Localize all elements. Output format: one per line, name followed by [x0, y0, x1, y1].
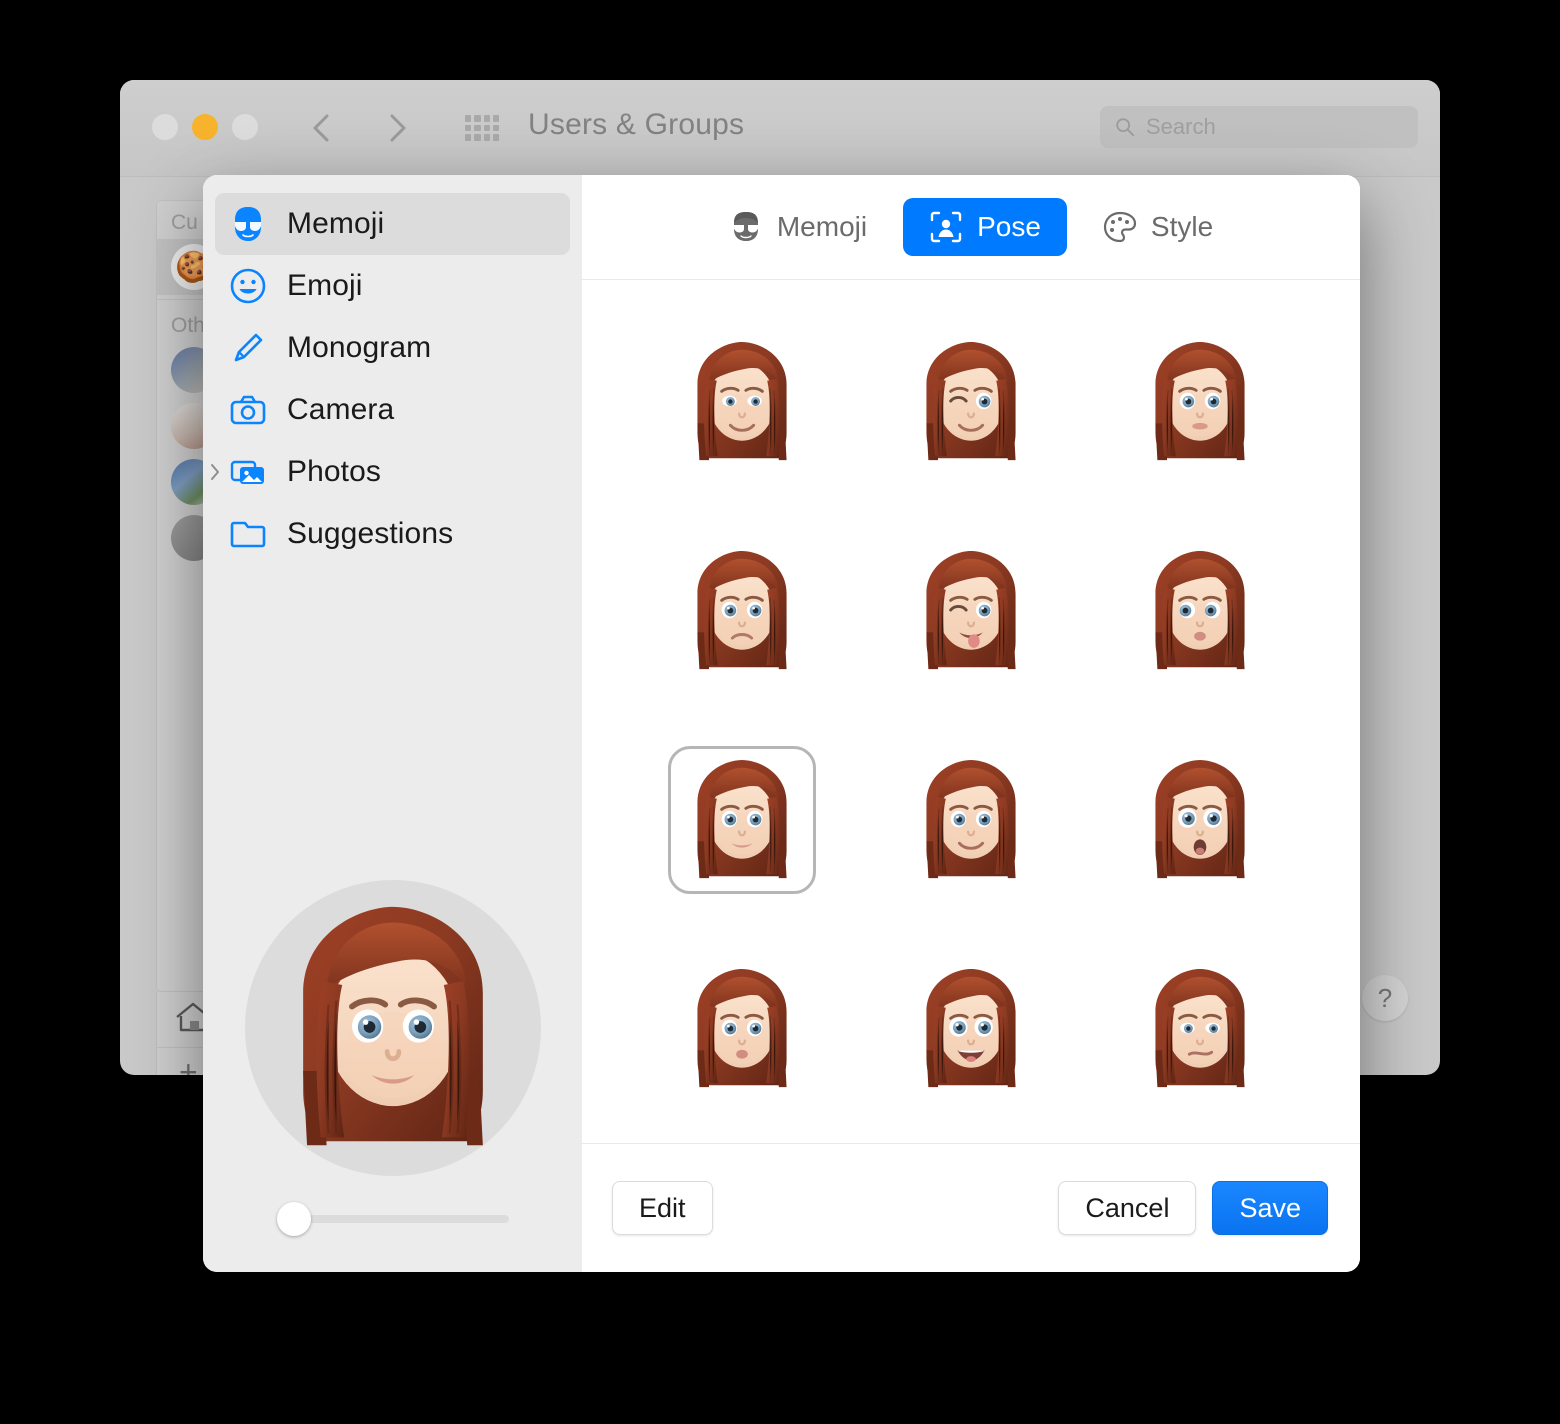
pose-cell-surprised[interactable] [1126, 746, 1274, 894]
search-icon [1114, 116, 1136, 138]
photos-icon [229, 453, 267, 491]
zoom-slider-row [203, 1202, 582, 1236]
search-placeholder: Search [1146, 114, 1216, 139]
tab-label: Memoji [776, 211, 868, 242]
sidebar-item-monogram[interactable]: Monogram [215, 317, 570, 379]
pose-cell-smiling[interactable] [668, 328, 816, 476]
pose-cell-wink-tongue-out[interactable] [897, 537, 1045, 685]
sidebar-item-emoji[interactable]: Emoji [215, 255, 570, 317]
zoom-button[interactable] [232, 114, 258, 140]
zoom-slider[interactable] [276, 1202, 509, 1236]
picker-sidebar: Memoji Emoji Monogram Camera Photos Sugg… [203, 175, 582, 1272]
footer-actions: Cancel Save [1058, 1181, 1328, 1235]
save-button[interactable]: Save [1212, 1181, 1328, 1235]
pose-cell-pursed-lips[interactable] [668, 955, 816, 1103]
memoji-face-icon [729, 210, 763, 244]
picker-main: Memoji Pose Style Edit Cancel Save [582, 175, 1360, 1272]
memoji-picker-dialog: Memoji Emoji Monogram Camera Photos Sugg… [203, 175, 1360, 1272]
tab-label: Style [1150, 211, 1214, 242]
pose-cell-winking-smile[interactable] [897, 328, 1045, 476]
screenshot-root: Users & Groups Search Cu 🍪 Oth + ? Memoj… [0, 0, 1560, 1424]
chevron-right-icon[interactable] [207, 461, 223, 483]
tab-label: Pose [977, 211, 1041, 242]
pose-cell-calm-smile[interactable] [668, 745, 817, 894]
palette-icon [1103, 210, 1137, 244]
picker-sidebar-list: Memoji Emoji Monogram Camera Photos Sugg… [203, 175, 582, 565]
window-titlebar: Users & Groups Search [120, 80, 1440, 177]
close-button[interactable] [152, 114, 178, 140]
pose-cell-side-glance[interactable] [1126, 537, 1274, 685]
pose-cell-worried[interactable] [668, 537, 816, 685]
pose-grid [582, 280, 1360, 1143]
dialog-footer: Edit Cancel Save [582, 1143, 1360, 1272]
page-title: Users & Groups [528, 108, 745, 141]
tab-memoji[interactable]: Memoji [703, 198, 893, 256]
sidebar-item-label: Emoji [287, 269, 363, 302]
sidebar-item-memoji[interactable]: Memoji [215, 193, 570, 255]
sidebar-item-label: Photos [287, 455, 381, 488]
pose-cell-skeptical[interactable] [1126, 955, 1274, 1103]
slider-knob[interactable] [276, 1202, 311, 1236]
cancel-button[interactable]: Cancel [1058, 1181, 1197, 1235]
memoji-face-preview [268, 903, 518, 1153]
sidebar-item-label: Monogram [287, 331, 432, 364]
folder-icon [229, 515, 267, 553]
sidebar-item-suggestions[interactable]: Suggestions [215, 503, 570, 565]
minimize-button[interactable] [192, 114, 218, 140]
sidebar-item-photos[interactable]: Photos [211, 441, 570, 503]
pencil-icon [229, 329, 267, 367]
memoji-preview[interactable] [244, 880, 541, 1176]
add-user-label: + [179, 1053, 198, 1076]
help-button[interactable]: ? [1362, 975, 1408, 1021]
search-field[interactable]: Search [1100, 106, 1418, 148]
sidebar-item-label: Camera [287, 393, 395, 426]
edit-button[interactable]: Edit [612, 1181, 713, 1235]
help-button-label: ? [1377, 982, 1393, 1013]
pose-cell-neutral-glance[interactable] [1126, 328, 1274, 476]
memoji-preview-container [203, 880, 582, 1176]
sidebar-item-label: Memoji [287, 207, 385, 240]
show-all-icon[interactable] [465, 115, 499, 141]
sidebar-item-camera[interactable]: Camera [215, 379, 570, 441]
tab-style[interactable]: Style [1077, 198, 1239, 256]
chevron-right-icon[interactable] [380, 108, 414, 148]
camera-icon [229, 391, 267, 429]
pose-cell-happy-smile[interactable] [897, 746, 1045, 894]
memoji-sunglasses-icon [229, 205, 267, 243]
chevron-left-icon[interactable] [305, 108, 339, 148]
slider-track[interactable] [284, 1215, 509, 1223]
person-in-frame-icon [929, 210, 963, 244]
pose-cell-big-grin[interactable] [897, 955, 1045, 1103]
tab-pose[interactable]: Pose [903, 198, 1067, 256]
emoji-smiley-icon [229, 267, 267, 305]
sidebar-item-label: Suggestions [287, 517, 454, 550]
picker-tabbar: Memoji Pose Style [582, 175, 1360, 280]
